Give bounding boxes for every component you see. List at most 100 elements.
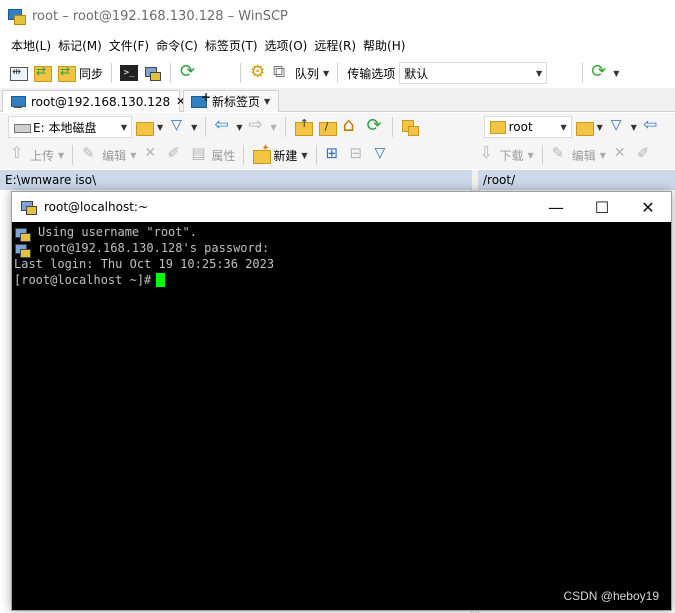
- forward-arrow-icon: [248, 115, 266, 135]
- menu-local[interactable]: 本地(L): [8, 37, 54, 54]
- menu-command[interactable]: 命令(C): [153, 37, 201, 54]
- session-icon: [9, 94, 27, 110]
- local-refresh-button[interactable]: [363, 115, 387, 138]
- local-filter-button[interactable]: ▼: [166, 116, 200, 138]
- minus-icon: [349, 144, 367, 163]
- home-icon: [342, 114, 360, 136]
- local-open-dir-button[interactable]: ▼: [132, 116, 166, 138]
- gear-icon: [249, 62, 267, 82]
- chevron-down-icon: ▼: [536, 68, 543, 78]
- toolbar-separator: [582, 63, 584, 83]
- menu-help[interactable]: 帮助(H): [360, 37, 408, 54]
- minimize-button[interactable]: —: [533, 192, 579, 222]
- delete-icon: [612, 145, 630, 163]
- transfer-preset-select[interactable]: 默认 ▼: [399, 62, 548, 84]
- tab-session[interactable]: root@192.168.130.128 ✕: [2, 90, 185, 112]
- toolbar-separator: [243, 145, 245, 165]
- back-arrow-icon: [643, 115, 661, 135]
- select-files-button[interactable]: [370, 144, 394, 166]
- watermark: CSDN @heboy19: [563, 589, 659, 603]
- new-item-icon: [252, 143, 272, 164]
- filter-icon: [169, 117, 187, 135]
- local-properties-label: 属性: [211, 148, 236, 163]
- queue-label: 队列: [295, 66, 320, 81]
- local-forward-button[interactable]: ▼: [245, 115, 279, 138]
- toolbar-separator: [111, 63, 113, 83]
- refresh-button[interactable]: [176, 61, 200, 84]
- local-root-dir-button[interactable]: [315, 116, 339, 138]
- upload-button[interactable]: 上传 ▼: [6, 143, 67, 166]
- putty-title-bar[interactable]: root@localhost:~ — ☐ ✕: [12, 192, 671, 222]
- upload-label: 上传: [30, 148, 55, 163]
- menu-tabs[interactable]: 标签页(T): [202, 37, 261, 54]
- remote-filter-button[interactable]: ▼: [606, 116, 640, 138]
- toolbar-separator: [315, 145, 317, 165]
- upload-icon: [9, 143, 27, 163]
- menu-bar: 本地(L) 标记(M) 文件(F) 命令(C) 标签页(T) 选项(O) 远程(…: [0, 34, 675, 56]
- terminal-output[interactable]: Using username "root". root@192.168.130.…: [12, 222, 671, 288]
- local-back-button[interactable]: ▼: [211, 115, 245, 138]
- putty-title: root@localhost:~: [44, 200, 149, 214]
- tab-session-label: root@192.168.130.128: [31, 94, 171, 109]
- sync-browse-icon: [33, 64, 52, 82]
- local-drive-select[interactable]: E: 本地磁盘 ▼: [8, 116, 132, 138]
- putty-icon: [144, 65, 162, 81]
- local-properties-button[interactable]: 属性: [187, 144, 238, 166]
- preferences-button[interactable]: [246, 62, 270, 84]
- local-new-button[interactable]: 新建 ▼: [249, 143, 310, 166]
- chevron-down-icon: ▼: [270, 122, 277, 132]
- open-terminal-button[interactable]: [117, 62, 141, 84]
- local-edit-button[interactable]: 编辑 ▼: [78, 144, 139, 166]
- local-path-bar[interactable]: E:\wmware iso\: [0, 170, 472, 190]
- toolbar-separator: [541, 145, 543, 165]
- toolbar-separator: [205, 117, 207, 137]
- remote-edit-button[interactable]: 编辑 ▼: [548, 144, 609, 166]
- select-all-button[interactable]: [322, 144, 346, 166]
- local-parent-dir-button[interactable]: [291, 116, 315, 138]
- local-delete-button[interactable]: [139, 144, 163, 166]
- local-bookmarks-button[interactable]: [398, 116, 422, 138]
- local-rename-button[interactable]: [163, 144, 187, 166]
- close-button[interactable]: ✕: [625, 192, 671, 222]
- menu-file[interactable]: 文件(F): [106, 37, 152, 54]
- plus-icon: [325, 144, 343, 163]
- queue-icon: [273, 62, 291, 82]
- remote-rename-button[interactable]: [633, 144, 657, 166]
- back-arrow-icon: [214, 115, 232, 135]
- synchronize-button[interactable]: 同步: [54, 62, 106, 84]
- edit-icon: [551, 144, 569, 163]
- remote-open-dir-button[interactable]: ▼: [572, 116, 606, 138]
- remote-path-bar[interactable]: /root/: [478, 170, 675, 190]
- putty-window[interactable]: root@localhost:~ — ☐ ✕ Using username "r…: [11, 191, 672, 611]
- remote-delete-button[interactable]: [609, 144, 633, 166]
- folder-icon: [489, 119, 507, 135]
- menu-remote[interactable]: 远程(R): [311, 37, 359, 54]
- bookmark-icon: [401, 119, 419, 136]
- chevron-down-icon: ▼: [630, 122, 637, 132]
- window-title: root – root@192.168.130.128 – WinSCP: [32, 9, 288, 24]
- filter-icon: [609, 117, 627, 135]
- menu-mark[interactable]: 标记(M): [55, 37, 105, 54]
- unselect-all-button[interactable]: [346, 144, 370, 166]
- compare-dirs-button[interactable]: [6, 62, 30, 84]
- local-home-button[interactable]: [339, 114, 363, 138]
- winscp-app-icon: [8, 8, 26, 26]
- tab-new[interactable]: 新标签页 ▼: [183, 90, 279, 112]
- menu-options[interactable]: 选项(O): [262, 37, 311, 54]
- rename-icon: [166, 144, 184, 163]
- sync-browse-button[interactable]: [30, 62, 54, 84]
- edit-icon: [81, 144, 99, 163]
- terminal-prompt-line[interactable]: [root@localhost ~]#: [14, 272, 671, 288]
- chevron-down-icon: ▼: [599, 150, 606, 160]
- download-button[interactable]: 下载 ▼: [476, 143, 537, 166]
- remote-dir-select[interactable]: root ▼: [483, 116, 572, 138]
- toolbar-separator: [284, 117, 286, 137]
- putty-icon: [14, 226, 31, 242]
- remote-back-button[interactable]: [640, 115, 664, 138]
- chevron-down-icon: ▼: [157, 122, 164, 132]
- queue-button[interactable]: 队列 ▼: [270, 62, 332, 84]
- open-putty-button[interactable]: [141, 62, 165, 84]
- remote-edit-label: 编辑: [571, 148, 596, 163]
- transfer-settings-button[interactable]: ▼: [588, 61, 622, 84]
- maximize-button[interactable]: ☐: [579, 192, 625, 222]
